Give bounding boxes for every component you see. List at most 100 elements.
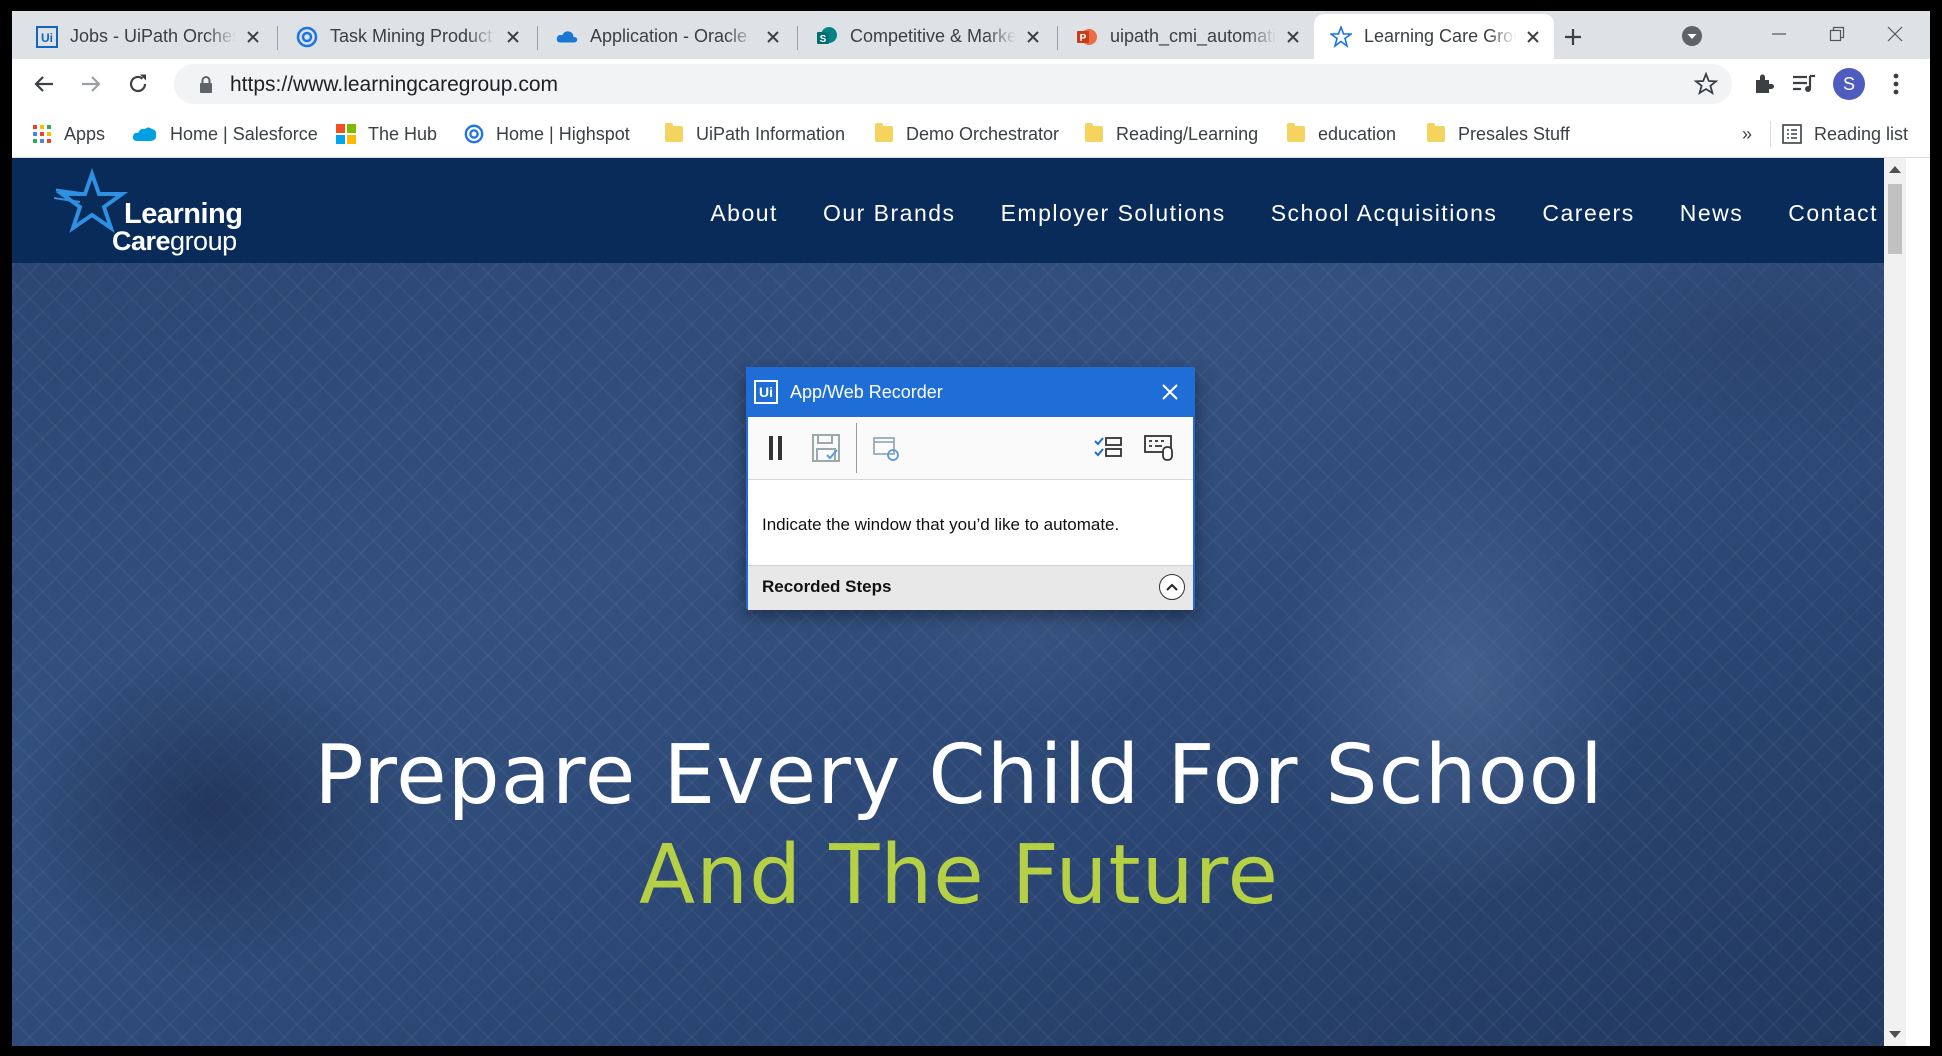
tab-uipath-cmi[interactable]: P uipath_cmi_automation	[1060, 14, 1314, 59]
onedrive-icon	[556, 26, 578, 48]
highspot-icon	[296, 26, 318, 48]
nav-our-brands[interactable]: Our Brands	[823, 200, 956, 227]
close-icon[interactable]	[762, 26, 784, 48]
tab-learning-care-group[interactable]: Learning Care Group	[1314, 14, 1554, 59]
nav-careers[interactable]: Careers	[1542, 200, 1634, 227]
close-icon[interactable]	[1022, 26, 1044, 48]
folder-icon	[1286, 123, 1306, 144]
bookmarks-bar: Apps Home | Salesforce The Hub Home | Hi…	[12, 111, 1930, 158]
address-bar[interactable]: https://www.learningcaregroup.com	[174, 64, 1732, 104]
nav-about[interactable]: About	[710, 200, 778, 227]
site-nav-links: About Our Brands Employer Solutions Scho…	[665, 200, 1878, 227]
recorded-steps-list-icon[interactable]	[1092, 432, 1124, 464]
media-control-icon[interactable]	[1790, 70, 1818, 98]
tab-divider	[1057, 26, 1058, 50]
bookmark-label: Demo Orchestrator	[906, 123, 1060, 144]
minimize-button[interactable]	[1754, 19, 1804, 49]
bookmark-salesforce[interactable]: Home | Salesforce	[132, 121, 318, 147]
new-tab-button[interactable]	[1560, 24, 1586, 50]
bookmark-folder-presales-stuff[interactable]: Presales Stuff	[1426, 121, 1570, 147]
nav-news[interactable]: News	[1680, 200, 1744, 227]
browser-window: Ui Jobs - UiPath Orchestrator Task Minin…	[12, 11, 1930, 1046]
folder-icon	[1426, 123, 1446, 144]
recorder-toolbar	[748, 417, 1193, 480]
recorder-title: App/Web Recorder	[790, 382, 943, 402]
save-and-exit-icon[interactable]	[810, 432, 842, 464]
apps-grid-icon	[32, 124, 52, 144]
tab-title: Task Mining Product	[330, 26, 493, 46]
tab-search-button[interactable]	[1680, 24, 1704, 48]
pause-icon[interactable]	[760, 432, 792, 464]
recorder-close-button[interactable]	[1157, 379, 1183, 405]
bookmark-star-icon[interactable]	[1693, 71, 1719, 96]
scroll-down-arrow-icon[interactable]	[1889, 1031, 1901, 1038]
tab-divider	[537, 26, 538, 50]
forward-button[interactable]	[75, 68, 107, 100]
reload-button[interactable]	[122, 68, 154, 100]
close-window-button[interactable]	[1870, 19, 1920, 49]
tab-application-oracle[interactable]: Application - Oracle	[540, 14, 794, 59]
scrollbar-thumb[interactable]	[1888, 184, 1902, 254]
scroll-up-arrow-icon[interactable]	[1889, 166, 1901, 173]
close-icon[interactable]	[242, 26, 264, 48]
bookmark-folder-uipath-information[interactable]: UiPath Information	[664, 121, 845, 147]
bookmark-the-hub[interactable]: The Hub	[336, 121, 437, 147]
more-menu-icon[interactable]	[1882, 70, 1910, 98]
bookmark-highspot[interactable]: Home | Highspot	[464, 121, 630, 147]
avatar[interactable]: S	[1833, 68, 1865, 100]
page-scrollbar[interactable]	[1884, 158, 1906, 1046]
nav-contact[interactable]: Contact	[1788, 200, 1878, 227]
recorder-title-bar[interactable]: Ui App/Web Recorder	[748, 369, 1193, 417]
reading-list-icon	[1782, 124, 1802, 144]
logo-text-group: group	[170, 226, 237, 256]
tab-task-mining[interactable]: Task Mining Product	[280, 14, 534, 59]
keyboard-settings-icon[interactable]	[1143, 432, 1175, 464]
restore-button[interactable]	[1812, 19, 1862, 49]
learning-care-star-icon	[1330, 25, 1352, 48]
recorder-instruction: Indicate the window that you’d like to a…	[762, 515, 1120, 534]
tab-jobs-uipath[interactable]: Ui Jobs - UiPath Orchestrator	[20, 14, 274, 59]
back-button[interactable]	[28, 68, 60, 100]
lock-icon	[196, 74, 216, 94]
reading-list-button[interactable]: Reading list	[1782, 121, 1908, 147]
tab-title: Competitive & Market	[850, 26, 1016, 46]
close-icon[interactable]	[1522, 26, 1544, 48]
chevron-up-icon[interactable]	[1159, 574, 1185, 600]
bookmark-label: Home | Highspot	[496, 123, 630, 144]
nav-school-acquisitions[interactable]: School Acquisitions	[1271, 200, 1498, 227]
hero-headline: Prepare Every Child For School	[314, 728, 1604, 823]
recorded-steps-header[interactable]: Recorded Steps	[748, 565, 1193, 610]
bookmark-folder-demo-orchestrator[interactable]: Demo Orchestrator	[874, 121, 1059, 147]
close-icon[interactable]	[502, 26, 524, 48]
tab-title: Application - Oracle	[590, 26, 748, 46]
salesforce-icon	[132, 124, 158, 144]
bookmark-folder-reading-learning[interactable]: Reading/Learning	[1084, 121, 1258, 147]
bookmarks-overflow-button[interactable]: »	[1742, 121, 1752, 147]
bookmark-apps[interactable]: Apps	[32, 121, 105, 147]
recapture-window-icon[interactable]	[870, 432, 902, 464]
url-text[interactable]: https://www.learningcaregroup.com	[230, 73, 558, 97]
bookmark-folder-education[interactable]: education	[1286, 121, 1396, 147]
folder-icon	[1084, 123, 1104, 144]
tab-title: uipath_cmi_automation	[1110, 26, 1276, 46]
learning-care-group-logo[interactable]: Learning Caregroup	[54, 168, 243, 256]
bookmark-label: UiPath Information	[696, 123, 846, 144]
tab-competitive-market[interactable]: S Competitive & Market	[800, 14, 1054, 59]
reading-list-label: Reading list	[1814, 123, 1909, 144]
nav-employer-solutions[interactable]: Employer Solutions	[1001, 200, 1226, 227]
uipath-icon: Ui	[754, 380, 778, 404]
svg-text:P: P	[1080, 33, 1087, 44]
close-icon[interactable]	[1282, 26, 1304, 48]
bookmark-label: education	[1318, 123, 1397, 144]
app-web-recorder-dialog: Ui App/Web Recorder Indicate the window …	[746, 367, 1195, 610]
bookmark-label: Apps	[64, 123, 106, 144]
tab-title: Learning Care Group	[1364, 26, 1516, 46]
microsoft-icon	[336, 124, 356, 144]
svg-text:Ui: Ui	[41, 31, 53, 45]
tab-strip: Ui Jobs - UiPath Orchestrator Task Minin…	[12, 11, 1930, 59]
extensions-icon[interactable]	[1750, 70, 1778, 98]
sharepoint-icon: S	[816, 26, 838, 48]
logo-text-care-group: Caregroup	[112, 226, 237, 257]
folder-icon	[664, 123, 684, 144]
address-toolbar: https://www.learningcaregroup.com S	[12, 59, 1930, 111]
